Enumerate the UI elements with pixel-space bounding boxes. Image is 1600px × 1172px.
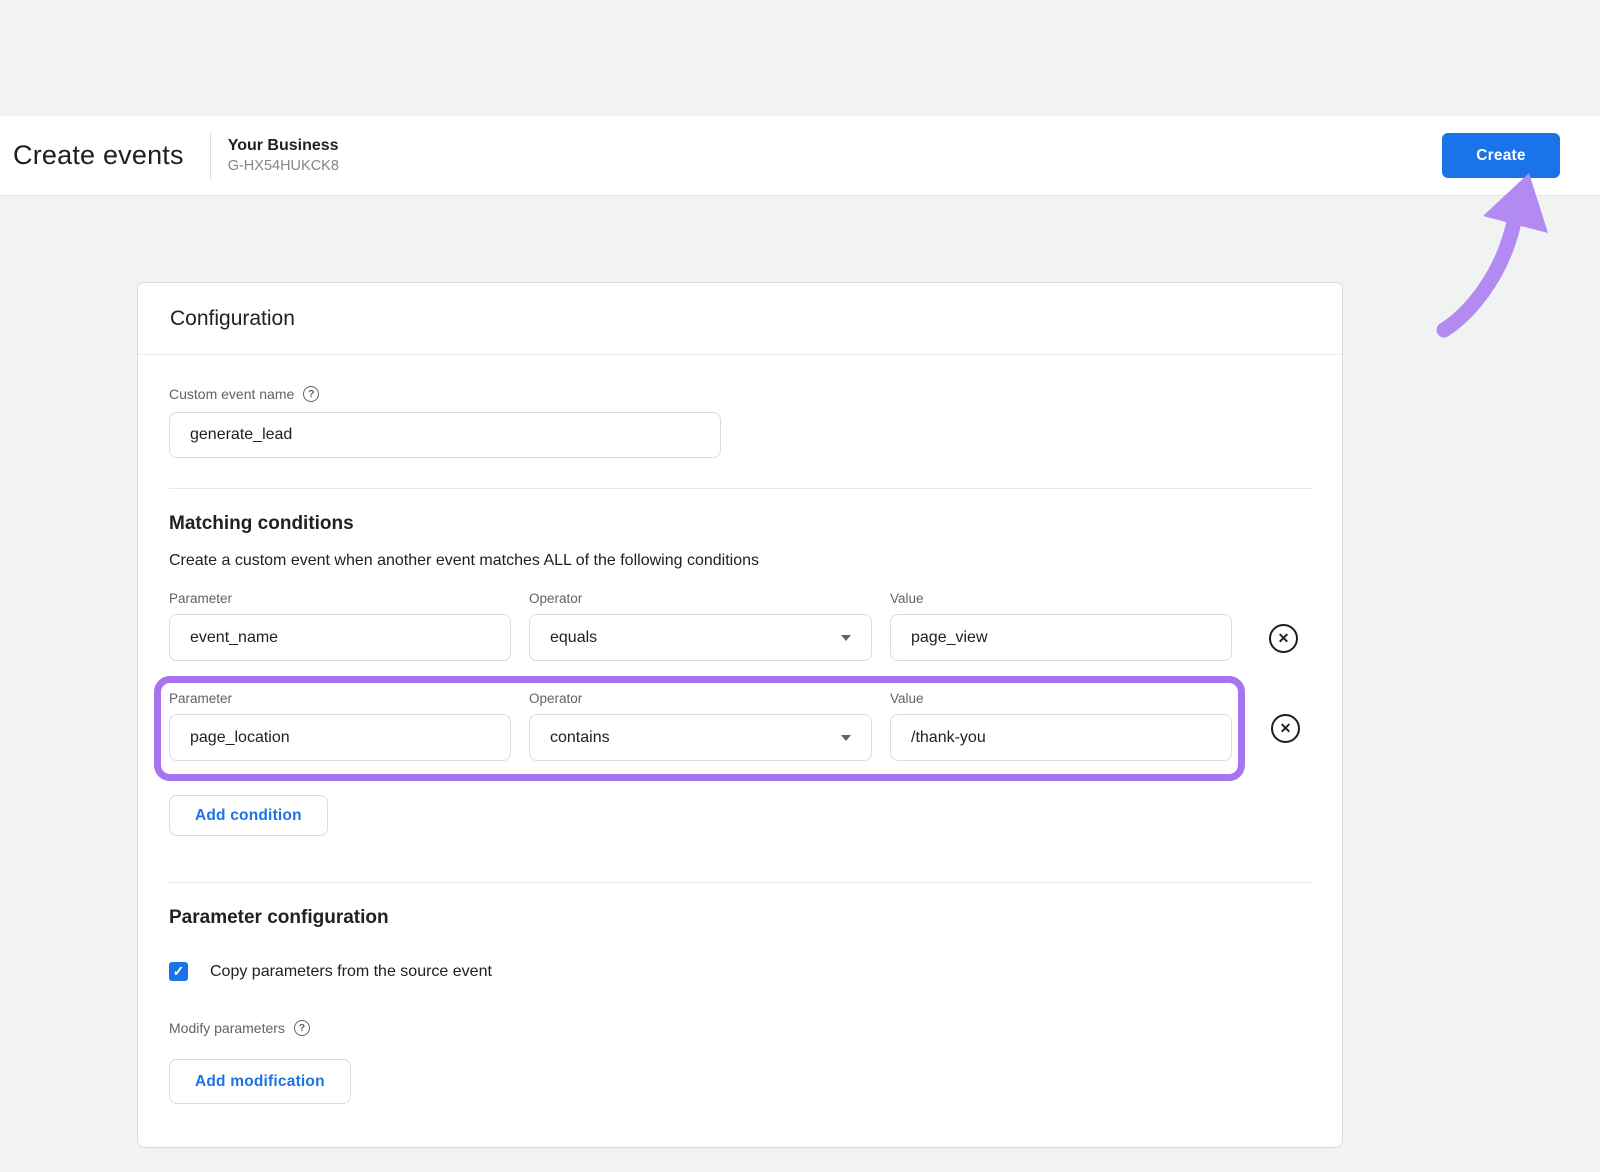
add-modification-button[interactable]: Add modification [169,1059,351,1104]
custom-event-name-label: Custom event name [169,386,295,402]
create-button[interactable]: Create [1442,133,1560,178]
parameter-cell: Parameter [169,591,511,661]
operator-value: equals [550,628,598,646]
operator-value: contains [550,728,610,746]
configuration-card: Configuration Custom event name ? Matchi… [137,282,1343,1148]
operator-select[interactable]: equals [529,614,872,661]
parameter-input[interactable] [190,628,490,647]
matching-conditions-title: Matching conditions [169,513,354,534]
copy-parameters-row: ✓ Copy parameters from the source event [169,962,1312,981]
copy-parameters-label: Copy parameters from the source event [210,962,492,980]
chevron-down-icon [841,734,851,741]
operator-label: Operator [529,591,583,606]
parameter-field[interactable] [169,614,511,661]
parameter-input[interactable] [190,728,490,747]
property-name: Your Business [227,137,339,154]
remove-condition-button[interactable]: ✕ [1269,623,1298,653]
modify-parameters-label-row: Modify parameters ? [169,1020,1312,1036]
value-input[interactable] [911,628,1211,647]
value-cell: Value [890,591,1232,661]
section-divider [169,488,1312,489]
value-cell: Value [890,691,1232,761]
parameter-label: Parameter [169,691,233,706]
operator-label: Operator [529,691,583,706]
parameter-field[interactable] [169,714,511,761]
condition-row: Parameter Operator contains Value [154,676,1312,781]
condition-row: Parameter Operator equals Value [169,591,1312,661]
value-field[interactable] [890,714,1232,761]
add-condition-button[interactable]: Add condition [169,795,328,836]
page-title: Create events [13,140,184,170]
operator-cell: Operator equals [529,591,872,661]
modify-parameters-label: Modify parameters [169,1020,285,1036]
purple-highlight-box: Parameter Operator contains Value [154,676,1245,781]
property-selector[interactable]: Your Business G-HX54HUKCK8 [228,135,339,176]
parameter-label: Parameter [169,591,233,606]
matching-conditions-description: Create a custom event when another event… [169,552,759,569]
property-id: G-HX54HUKCK8 [227,158,339,174]
top-header: Create events Your Business G-HX54HUKCK8… [0,116,1600,196]
custom-event-name-label-row: Custom event name ? [169,386,1312,402]
operator-cell: Operator contains [529,691,872,761]
help-icon[interactable]: ? [303,386,320,402]
operator-select[interactable]: contains [529,714,872,761]
help-icon[interactable]: ? [293,1020,310,1036]
header-divider [209,132,211,179]
parameter-configuration-title: Parameter configuration [169,907,389,928]
copy-parameters-checkbox[interactable]: ✓ [169,962,188,981]
custom-event-name-input[interactable] [169,412,721,458]
value-label: Value [890,591,924,606]
value-field[interactable] [890,614,1232,661]
chevron-down-icon [841,634,851,641]
section-divider [169,882,1312,883]
value-label: Value [890,691,924,706]
card-header: Configuration [138,283,1342,355]
remove-condition-button[interactable]: ✕ [1271,714,1300,743]
value-input[interactable] [911,728,1211,747]
parameter-cell: Parameter [169,691,511,761]
card-title: Configuration [170,306,295,330]
